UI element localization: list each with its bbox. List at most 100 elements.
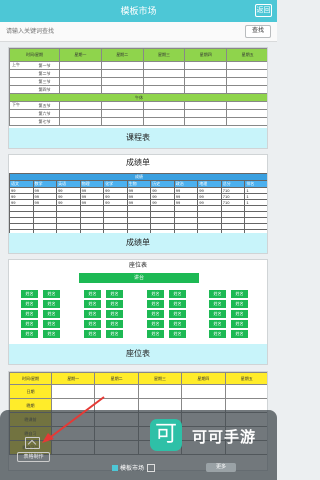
watermark-logo: 可 (150, 419, 182, 451)
seat-cell: 姓名 (231, 310, 248, 318)
seat-cell: 姓名 (147, 310, 164, 318)
period-cell: 第七节 (9, 117, 60, 126)
score-header-cell: 总分 (220, 180, 246, 188)
seat-cell: 姓名 (169, 310, 186, 318)
score-header-cell: 地理 (197, 180, 222, 188)
seat-cell: 姓名 (84, 330, 101, 338)
search-button[interactable]: 查找 (245, 25, 271, 38)
seat-cell: 姓名 (84, 310, 101, 318)
day-header: 星期二 (94, 372, 139, 385)
day-header: 星期四 (181, 372, 226, 385)
top-bar: 模板市场 返回 (0, 0, 277, 22)
period-cell: 第二节 (9, 69, 60, 78)
app-root: 模板市场 返回 查找 时间/星期 星期一 星期二 星期三 星期四 星期五 上午第… (0, 0, 277, 480)
seat-cell: 姓名 (231, 320, 248, 328)
search-bar: 查找 (0, 22, 277, 42)
morning-label: 上午 (12, 62, 20, 67)
day-header: 星期五 (224, 372, 267, 385)
seat-cell: 姓名 (209, 290, 226, 298)
seat-cell: 姓名 (43, 290, 60, 298)
watermark-text: 可可手游 (192, 429, 257, 446)
seat-cell: 姓名 (84, 290, 101, 298)
seat-cell: 姓名 (21, 290, 38, 298)
day-header: 星期三 (142, 48, 186, 62)
seat-cell: 姓名 (147, 290, 164, 298)
period-cell: 上午 第一节 (9, 61, 60, 70)
return-button[interactable]: 返回 (255, 4, 272, 17)
score-header-cell: 英语 (56, 180, 81, 188)
search-input[interactable] (6, 26, 206, 38)
seat-cell: 姓名 (169, 290, 186, 298)
seat-cell: 姓名 (106, 300, 123, 308)
day-header: 星期一 (50, 372, 96, 385)
page-title: 模板市场 (120, 6, 157, 16)
day-header: 星期二 (100, 48, 144, 62)
seat-cell: 姓名 (106, 310, 123, 318)
score-header-cell: 历史 (150, 180, 175, 188)
grid-icon (112, 465, 118, 472)
seat-cell: 姓名 (43, 330, 60, 338)
template-card-seating[interactable]: 座位表 讲台 座位表 姓名 姓名 姓名 姓名 姓名 姓名 姓名 姓名 姓名 姓名 姓名 姓名 姓名 姓名姓… (8, 259, 268, 365)
seat-cell: 姓名 (21, 310, 38, 318)
card-title: 座位表 (9, 260, 267, 274)
day-header: 星期一 (59, 48, 102, 62)
template-card-schedule[interactable]: 时间/星期 星期一 星期二 星期三 星期四 星期五 上午 第一节 第二节 第三节 … (8, 47, 268, 149)
card-caption: 成绩单 (9, 233, 267, 253)
square-icon (147, 464, 156, 473)
seat-cell: 姓名 (106, 330, 123, 338)
seat-cell: 姓名 (43, 300, 60, 308)
score-header-cell: 生物 (126, 180, 152, 188)
template-market-tab[interactable]: 模板市场 (112, 463, 156, 473)
seat-cell: 姓名 (43, 320, 60, 328)
seat-cell: 姓名 (209, 300, 226, 308)
seat-cell: 姓名 (231, 330, 248, 338)
seat-cell: 姓名 (84, 300, 101, 308)
seat-cell: 姓名 (147, 300, 164, 308)
card-caption: 座位表 (9, 344, 267, 364)
table-make-label: 表格制作 (17, 452, 50, 462)
seat-cell: 姓名 (231, 290, 248, 298)
more-button[interactable]: 更多 (206, 463, 236, 472)
afternoon-label: 下午 (12, 102, 20, 107)
score-header-cell: 语文 (9, 180, 34, 188)
seat-cell: 姓名 (169, 320, 186, 328)
score-header-cell: 政治 (173, 180, 199, 188)
seat-cell: 姓名 (147, 320, 164, 328)
seat-cell: 姓名 (43, 310, 60, 318)
period-cell: 下午 第五节 (9, 101, 60, 110)
day-header: 星期五 (226, 48, 267, 62)
seat-cell: 姓名 (169, 300, 186, 308)
score-table: 成绩 语文 数学 英语 物理 化学 生物 历史 政治 地理 总分 排名 99 99 99 99 99 99 99… (9, 173, 267, 236)
seat-cell: 姓名 (21, 300, 38, 308)
card-caption: 课程表 (9, 128, 267, 148)
period-cell: 第六节 (9, 109, 60, 118)
seat-cell: 姓名 (209, 320, 226, 328)
score-header-cell: 物理 (79, 180, 105, 188)
period-cell: 第三节 (9, 77, 60, 86)
day-header: 星期四 (184, 48, 228, 62)
time-label: 时间/星期 (9, 372, 52, 385)
seat-cell: 姓名 (84, 320, 101, 328)
day-header: 星期三 (137, 372, 183, 385)
time-label: 时间/星期 (9, 48, 60, 62)
seat-cell: 姓名 (169, 330, 186, 338)
card-title: 成绩单 (9, 157, 267, 171)
seat-cell: 姓名 (21, 330, 38, 338)
score-header-cell: 化学 (103, 180, 128, 188)
annotation-arrow-icon (42, 396, 105, 443)
score-header-cell: 排名 (244, 180, 267, 188)
seat-cell: 姓名 (21, 320, 38, 328)
score-band: 成绩 (9, 173, 267, 181)
seat-cell: 姓名 (209, 310, 226, 318)
seat-cell: 姓名 (106, 320, 123, 328)
seat-cell: 姓名 (106, 290, 123, 298)
period-cell: 第四节 (9, 85, 60, 94)
score-header-cell: 数学 (32, 180, 58, 188)
seat-cell: 姓名 (209, 330, 226, 338)
schedule-table: 时间/星期 星期一 星期二 星期三 星期四 星期五 上午 第一节 第二节 第三节 … (9, 48, 267, 126)
template-card-scores[interactable]: 成绩单 成绩 语文 数学 英语 物理 化学 生物 历史 政治 地理 总分 排名 99 99 99 99 99… (8, 154, 268, 254)
seat-cell: 姓名 (231, 300, 248, 308)
seat-cell: 姓名 (147, 330, 164, 338)
podium-cell: 讲台 (79, 273, 199, 283)
lunch-band: 午休 (9, 93, 267, 102)
